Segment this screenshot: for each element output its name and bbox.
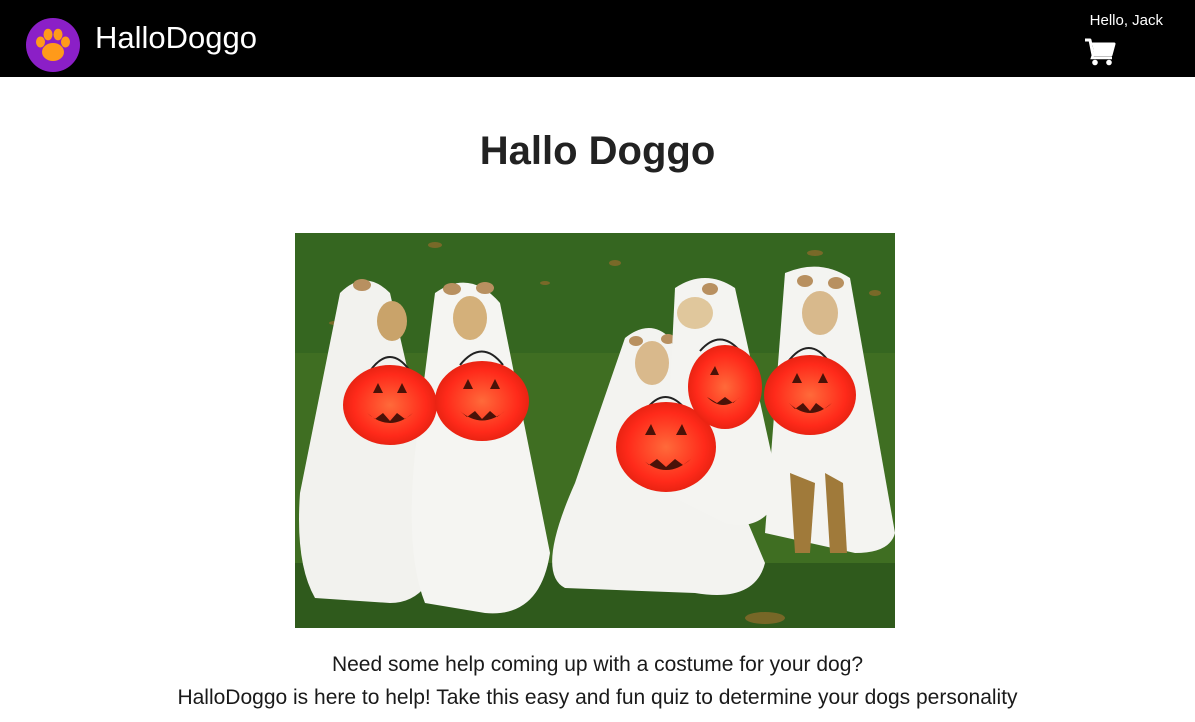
hero-image [295, 233, 895, 628]
intro-text-line-2: HalloDoggo is here to help! Take this ea… [177, 686, 1018, 709]
intro-text-line-1: Need some help coming up with a costume … [331, 653, 864, 676]
brand-name[interactable]: HalloDoggo [95, 18, 257, 58]
user-greeting: Hello, Jack [1089, 12, 1163, 29]
shopping-cart-icon[interactable] [1084, 38, 1116, 66]
page-title: Hallo Doggo [479, 129, 716, 173]
logo[interactable] [26, 18, 80, 72]
top-navbar: HalloDoggo Hello, Jack [0, 0, 1195, 77]
paw-icon [36, 28, 70, 61]
